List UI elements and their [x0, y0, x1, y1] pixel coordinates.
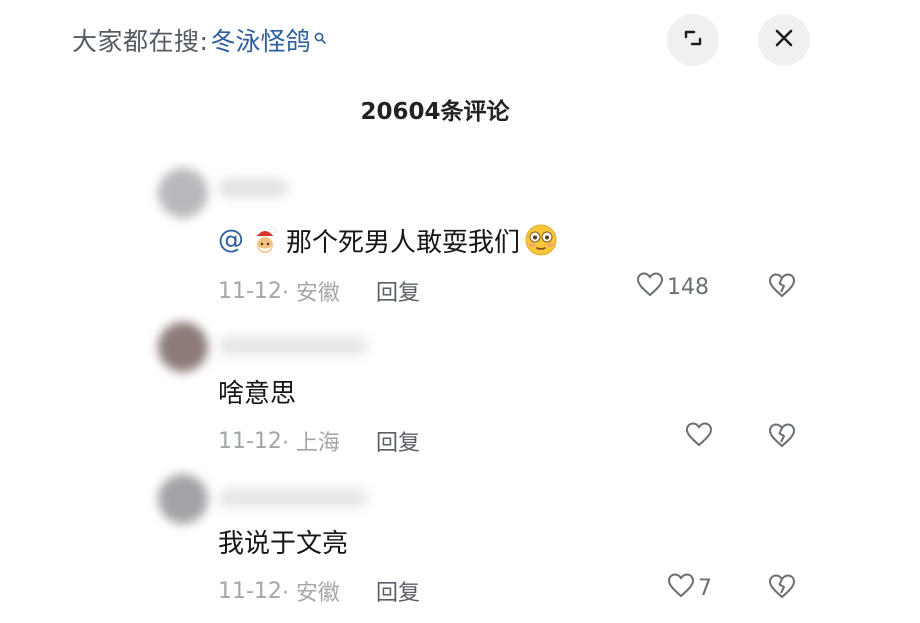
comment-meta: 11-12 · 安徽 回复: [218, 275, 420, 307]
santa-emoji-icon: [248, 223, 282, 257]
dislike-button[interactable]: [767, 272, 797, 302]
comment-date: 11-12: [218, 428, 282, 454]
comment-location: · 安徽: [281, 281, 340, 306]
broken-heart-icon: [768, 573, 796, 603]
search-suggestion-prefix: 大家都在搜:: [72, 27, 209, 56]
comment-date: 11-12: [218, 278, 282, 304]
comment-body: 我说于文亮: [218, 528, 349, 559]
dislike-button[interactable]: [767, 573, 797, 603]
comment-date: 11-12: [218, 578, 282, 604]
mention[interactable]: @: [218, 225, 244, 255]
comment-meta: 11-12 · 上海 回复: [218, 425, 420, 457]
like-button[interactable]: 7: [667, 573, 712, 603]
avatar[interactable]: [158, 168, 208, 218]
close-button[interactable]: [758, 14, 810, 66]
flushed-face-emoji-icon: [524, 223, 558, 257]
comment-location: · 上海: [281, 431, 340, 456]
reply-button[interactable]: 回复: [376, 575, 420, 607]
username-blurred[interactable]: [218, 336, 368, 356]
comments-title: 20604条评论: [360, 99, 510, 125]
username-blurred[interactable]: [218, 178, 288, 198]
search-suggestion-term[interactable]: 冬泳怪鸽: [210, 22, 310, 58]
dislike-button[interactable]: [767, 422, 797, 452]
avatar[interactable]: [158, 474, 208, 524]
search-icon: [314, 29, 327, 44]
comment-meta: 11-12 · 安徽 回复: [218, 575, 420, 607]
heart-icon: [685, 421, 713, 453]
comment-location: · 安徽: [281, 581, 340, 606]
comment-body: 那个死男人敢耍我们: [286, 227, 521, 258]
username-blurred[interactable]: [218, 488, 368, 508]
heart-icon: [667, 572, 695, 604]
comment-text: 啥意思: [218, 372, 296, 410]
heart-icon: [636, 271, 664, 303]
like-button[interactable]: 148: [636, 272, 709, 302]
reply-button[interactable]: 回复: [376, 275, 420, 307]
avatar[interactable]: [158, 322, 208, 372]
reply-button[interactable]: 回复: [376, 425, 420, 457]
comment-text: @ 那个死男人敢耍我们: [218, 220, 562, 260]
like-count: 148: [667, 274, 709, 300]
collapse-button[interactable]: [667, 14, 719, 66]
like-count: 7: [698, 575, 712, 601]
broken-heart-icon: [768, 422, 796, 452]
like-button[interactable]: [685, 422, 716, 452]
collapse-icon: [682, 27, 704, 53]
search-suggestion-bar[interactable]: 大家都在搜: 冬泳怪鸽: [72, 18, 327, 62]
comment-body: 啥意思: [218, 378, 297, 409]
broken-heart-icon: [768, 272, 796, 302]
close-icon: [773, 27, 795, 53]
comment-text: 我说于文亮: [218, 522, 348, 560]
